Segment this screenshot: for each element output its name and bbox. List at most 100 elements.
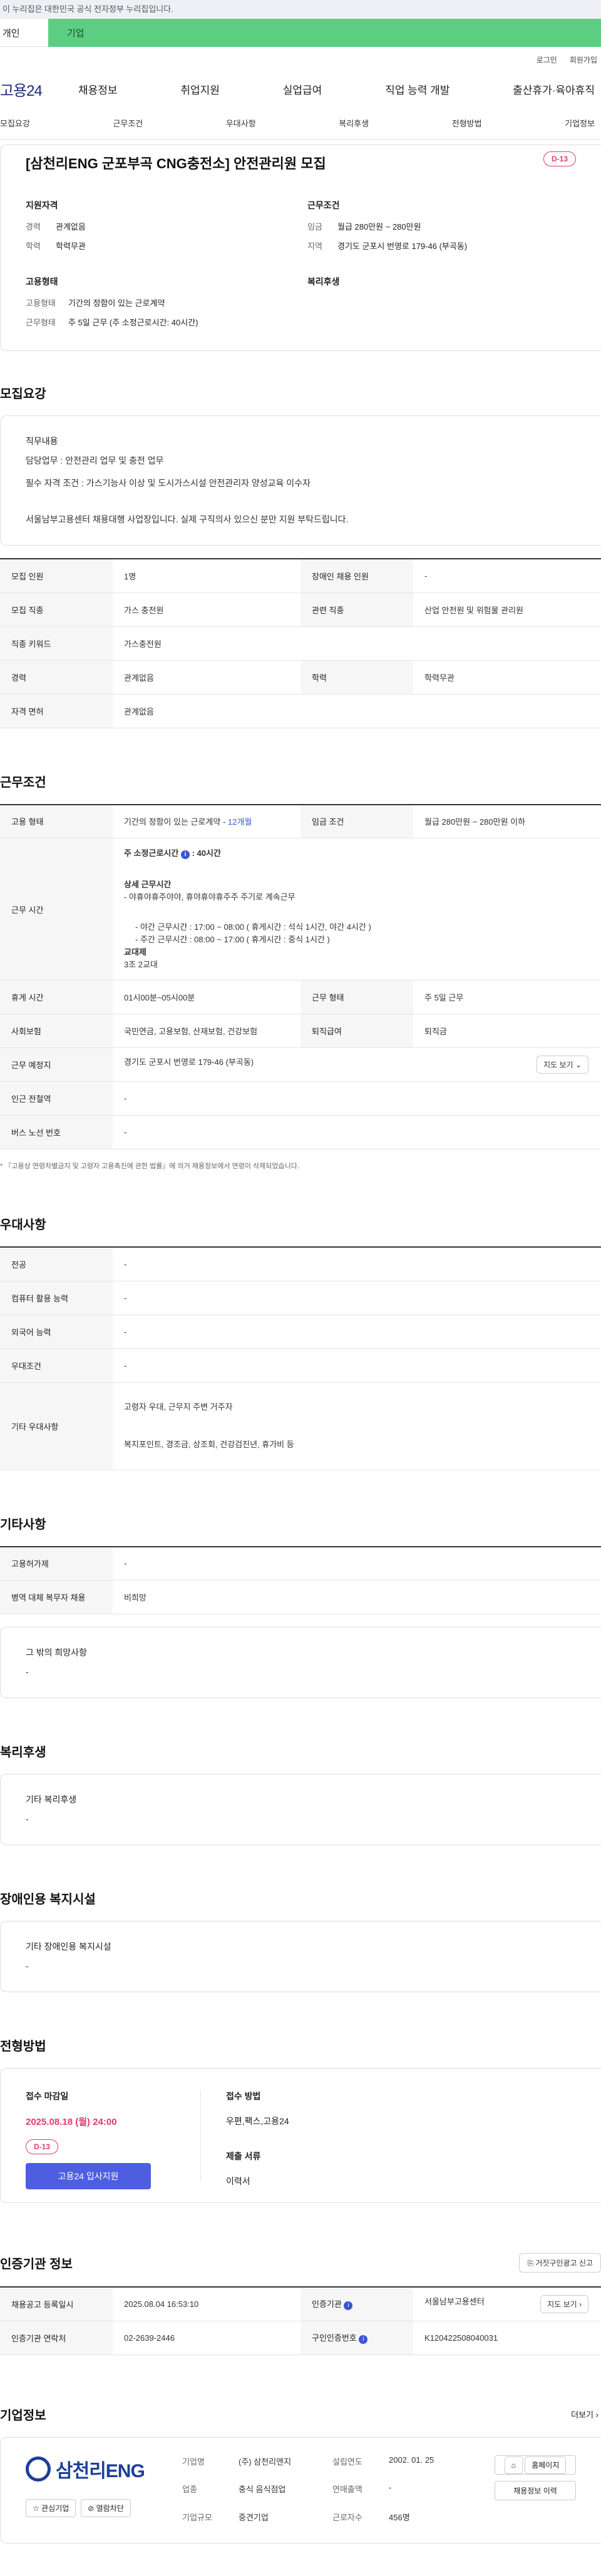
company-info-label: 연매출액 <box>332 2485 362 2495</box>
table-cell: - <box>113 1081 601 1116</box>
table-row: 사회보험 국민연금, 고용보험, 산재보험, 건강보험 퇴직급여 퇴직금 <box>0 1014 601 1048</box>
job-history-button[interactable]: 채용정보 이력 <box>495 2480 576 2500</box>
table-header: 병역 대체 복무자 채용 <box>0 1580 113 1614</box>
company-more-link[interactable]: 더보기 › <box>571 2408 601 2420</box>
table-cell: 01시00분~05시00분 <box>113 980 300 1014</box>
info-icon[interactable]: i <box>344 2301 353 2311</box>
duty-line: 필수 자격 조건 : 가스기능사 이상 및 도시가스시설 안전관리자 양성교육 … <box>26 478 311 488</box>
anchor-recruit[interactable]: 모집요강 <box>0 117 30 129</box>
gnb-item-jobs[interactable]: 채용정보 <box>78 81 118 97</box>
table-row: 경력 관계없음 학력 학력무관 <box>0 660 601 695</box>
company-actions: ⌂ 홈페이지 채용정보 이력 <box>495 2455 576 2530</box>
table-header: 근무 예정지 <box>0 1047 113 1082</box>
summary-qualification-heading: 지원자격 <box>26 200 58 210</box>
summary-employment: 고용형태 고용형태 기간의 정함이 있는 근로계약 근무형태 주 5일 근무 (주 … <box>26 275 307 335</box>
disability-value: - <box>26 1961 29 1971</box>
table-header: 인증기관 연락처 <box>0 2321 113 2355</box>
table-cell: 고령자 우대, 근무지 주변 거주자 복지포인트, 경조금, 상조회, 건강검진… <box>113 1382 601 1470</box>
summary-conditions-heading: 근무조건 <box>307 200 340 210</box>
global-nav: 고용24 채용정보 취업지원 실업급여 직업 능력 개발 출산휴가·육아휴직 <box>0 71 601 107</box>
anchor-conditions[interactable]: 근무조건 <box>113 117 143 129</box>
table-cell: - <box>113 1281 601 1315</box>
summary-education-label: 학력 <box>26 242 41 251</box>
table-cell: 주 5일 근무 <box>413 980 601 1014</box>
table-header: 학력 <box>300 660 413 695</box>
interest-label: 관심기업 <box>41 2503 69 2513</box>
chevron-right-icon: › <box>595 2410 598 2420</box>
table-cell: 학력무관 <box>413 660 601 695</box>
table-row: 버스 노선 번호 - <box>0 1115 601 1149</box>
summary-qualification: 지원자격 경력 관계없음 학력 학력무관 <box>26 199 307 259</box>
company-info-label: 기업명 <box>182 2456 205 2467</box>
cert-map-button[interactable]: 지도 보기 › <box>540 2294 588 2313</box>
deadline-value: 2025.08.18 (월) 24:00 <box>26 2117 117 2127</box>
table-cell: - <box>113 1115 601 1149</box>
gov-banner: 이 누리집은 대한민국 공식 전자정부 누리집입니다. <box>0 0 601 19</box>
company-info-value: 456명 <box>389 2512 410 2522</box>
table-header: 외국어 능력 <box>0 1315 113 1349</box>
company-logo-mark <box>26 2456 51 2482</box>
table-cell: 02-2639-2446 <box>113 2321 300 2355</box>
table-row: 기타 우대사항 고령자 우대, 근무지 주변 거주자 복지포인트, 경조금, 상… <box>0 1382 601 1470</box>
tab-company[interactable]: 기업 <box>48 19 601 47</box>
method-value: 우편,팩스,고용24 <box>226 2116 289 2126</box>
signup-link[interactable]: 회원가입 <box>570 54 597 71</box>
interest-company-button[interactable]: ☆ 관심기업 <box>26 2498 76 2517</box>
anchor-screening[interactable]: 전형방법 <box>452 117 482 129</box>
preference-section-title: 우대사항 <box>0 1218 46 1232</box>
map-view-button[interactable]: 지도 보기 ⌄ <box>537 1056 588 1074</box>
apply-button[interactable]: 고용24 입사지원 <box>26 2163 151 2189</box>
table-header: 퇴직급여 <box>300 1014 413 1048</box>
chevron-down-icon: ⌄ <box>575 1061 582 1069</box>
homepage-button[interactable]: ⌂ 홈페이지 <box>495 2455 576 2475</box>
cert-number-label: 구인인증번호 <box>312 2333 357 2343</box>
table-cell: 기간의 정함이 있는 근로계약 - 12개월 <box>113 804 300 838</box>
anchor-company[interactable]: 기업정보 <box>565 117 595 129</box>
summary-career-value: 관계없음 <box>56 222 86 232</box>
cert-org-value: 서울남부고용센터 <box>424 2296 485 2306</box>
deadline-area: 접수 마감일 2025.08.18 (월) 24:00 D-13 고용24 입사… <box>26 2090 201 2189</box>
screening-section-title: 전형방법 <box>0 2040 46 2054</box>
gnb-item-employment-support[interactable]: 취업지원 <box>180 81 220 97</box>
summary-welfare: 복리후생 <box>307 275 545 335</box>
table-row: 인근 전철역 - <box>0 1081 601 1116</box>
site-logo[interactable]: 고용24 <box>0 78 78 100</box>
disability-heading: 기타 장애인용 복지시설 <box>26 1942 111 1952</box>
chevron-right-icon: › <box>579 2299 582 2309</box>
login-link[interactable]: 로그인 <box>537 54 557 71</box>
table-header: 구인인증번호 i <box>300 2321 413 2355</box>
contract-period-link[interactable]: 12개월 <box>228 817 252 827</box>
worktime-line: - 야휴야휴주야야, 휴야휴야휴주주 주기로 계속근무 <box>124 892 295 902</box>
job-title: [삼천리ENG 군포부곡 CNG충전소] 안전관리원 모집 <box>26 156 326 171</box>
summary-employment-heading: 고용형태 <box>26 277 58 287</box>
gnb-item-training[interactable]: 직업 능력 개발 <box>385 81 449 97</box>
company-info-label: 근로자수 <box>332 2512 362 2522</box>
cert-map-label: 지도 보기 <box>547 2299 577 2309</box>
info-icon[interactable]: i <box>359 2335 368 2344</box>
gnb-item-unemployment-benefit[interactable]: 실업급여 <box>283 81 322 97</box>
table-row: 외국어 능력 - <box>0 1315 601 1349</box>
false-ad-report-button[interactable]: ⎘ 거짓구인광고 신고 <box>519 2253 601 2273</box>
company-logo-area: 삼천리ENG ☆ 관심기업 ⊘ 열람차단 <box>26 2455 182 2530</box>
anchor-preference[interactable]: 우대사항 <box>226 117 256 129</box>
summary-region-value: 경기도 군포시 번영로 179-46 (부곡동) <box>337 242 468 251</box>
tab-personal[interactable]: 개인 <box>0 19 48 47</box>
anchor-welfare[interactable]: 복리후생 <box>339 117 369 129</box>
table-cell: - <box>113 1348 601 1383</box>
preference-line: 복지포인트, 경조금, 상조회, 건강검진년, 휴가비 등 <box>124 1440 294 1449</box>
etc-section-title: 기타사항 <box>0 1517 46 1532</box>
report-label: 거짓구인광고 신고 <box>535 2259 593 2268</box>
recruit-section-title: 모집요강 <box>0 387 46 401</box>
table-cell: K120422508040031 <box>413 2321 601 2355</box>
block-view-button[interactable]: ⊘ 열람차단 <box>81 2498 131 2517</box>
table-row: 인증기관 연락처 02-2639-2446 구인인증번호 i K12042250… <box>0 2321 601 2355</box>
info-icon[interactable]: i <box>180 850 190 859</box>
table-cell: 1명 <box>113 559 300 593</box>
table-cell: 서울남부고용센터 지도 보기 › <box>413 2287 601 2321</box>
welfare-value: - <box>26 1814 29 1824</box>
cert-table: 채용공고 등록일시 2025.08.04 16:53:10 인증기관 i 서울남… <box>0 2286 601 2355</box>
gnb-item-parental-leave[interactable]: 출산휴가·육아휴직 <box>513 81 595 97</box>
table-cell: 국민연금, 고용보험, 산재보험, 건강보험 <box>113 1014 300 1048</box>
table-row: 우대조건 - <box>0 1348 601 1383</box>
table-header: 기타 우대사항 <box>0 1382 113 1470</box>
